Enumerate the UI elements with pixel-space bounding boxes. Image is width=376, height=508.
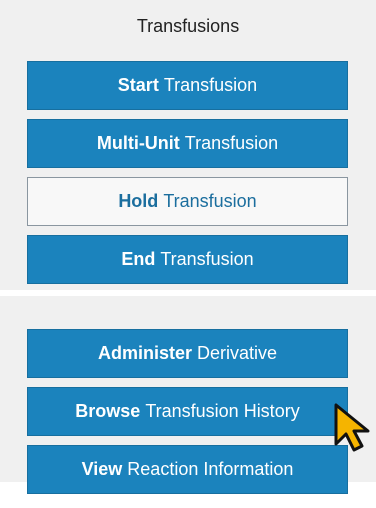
multi-unit-transfusion-bold-label: Multi-Unit [96,133,180,153]
hold-transfusion-label: Transfusion [163,191,257,211]
administer-derivative-button[interactable]: Administer Derivative [27,329,348,378]
browse-transfusion-history-button[interactable]: Browse Transfusion History [27,387,348,436]
start-transfusion-button[interactable]: Start Transfusion [27,61,348,110]
start-transfusion-bold-label: Start [117,75,159,95]
hold-transfusion-bold-label: Hold [118,191,159,211]
multi-unit-transfusion-button[interactable]: Multi-Unit Transfusion [27,119,348,168]
panel-title: Transfusions [136,16,240,36]
view-reaction-information-bold-label: View [81,459,123,479]
view-reaction-information-label: Reaction Information [127,459,294,479]
end-transfusion-button[interactable]: End Transfusion [27,235,348,284]
start-transfusion-label: Transfusion [163,75,258,95]
administer-derivative-bold-label: Administer [97,343,192,363]
transfusions-panel: Transfusions Start Transfusion Multi-Uni… [0,0,376,290]
view-reaction-information-button[interactable]: View Reaction Information [27,445,348,494]
hold-transfusion-button[interactable]: Hold Transfusion [27,177,348,226]
multi-unit-transfusion-label: Transfusion [184,133,279,153]
end-transfusion-bold-label: End [121,249,156,269]
browse-transfusion-history-bold-label: Browse [75,401,141,421]
pointer-arrow-icon [334,403,370,452]
browse-transfusion-history-label: Transfusion History [145,401,300,421]
end-transfusion-label: Transfusion [160,249,254,269]
administer-derivative-label: Derivative [197,343,278,363]
